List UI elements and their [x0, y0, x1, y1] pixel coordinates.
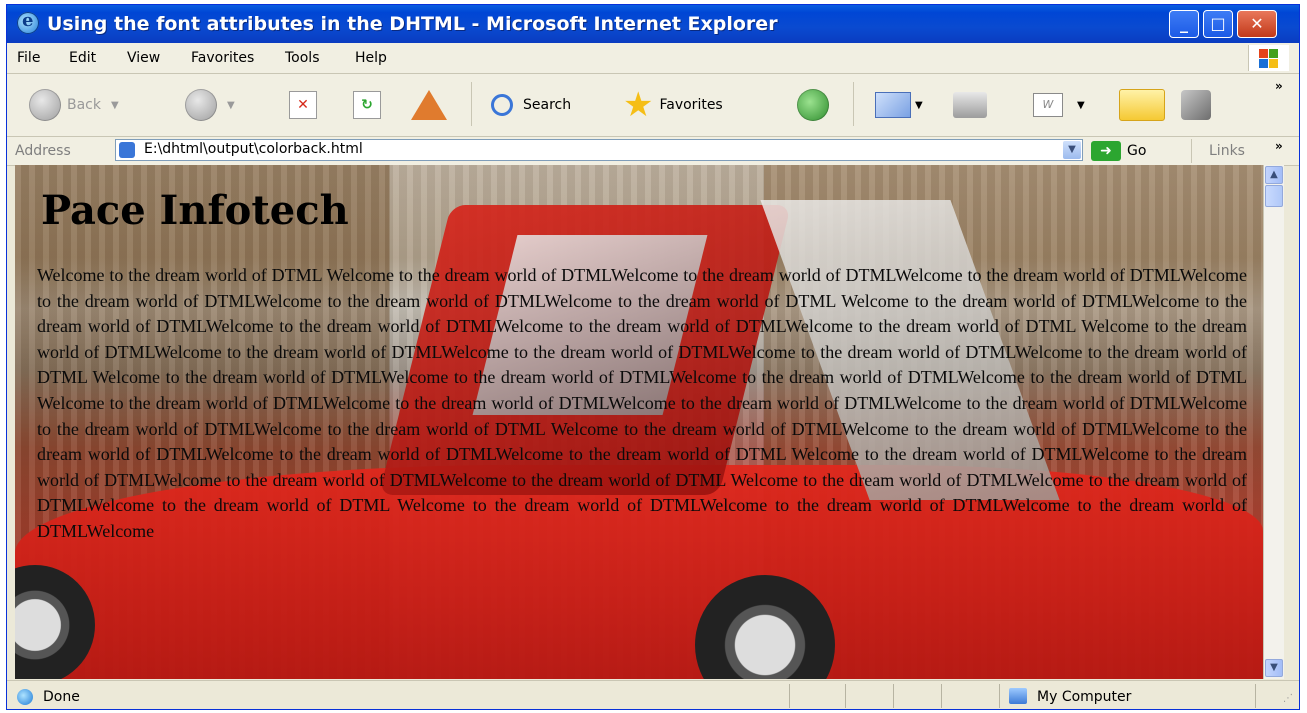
back-label: Back [67, 97, 101, 113]
address-url[interactable]: E:\dhtml\output\colorback.html [144, 141, 363, 157]
messenger-button[interactable] [1181, 85, 1211, 125]
mail-dropdown-icon[interactable]: ▼ [915, 100, 923, 111]
scroll-up-icon[interactable]: ▲ [1265, 166, 1283, 184]
menu-tools[interactable]: Tools [285, 50, 320, 66]
mail-icon [875, 92, 911, 118]
address-input[interactable]: E:\dhtml\output\colorback.html ▼ [115, 139, 1083, 161]
home-icon [411, 90, 447, 120]
go-label: Go [1127, 143, 1147, 159]
printer-icon [953, 92, 987, 118]
go-button[interactable]: ➜ Go [1091, 140, 1146, 162]
home-button[interactable] [411, 85, 447, 125]
favorites-label: Favorites [659, 97, 723, 113]
page-status-icon [17, 689, 33, 705]
title-bar[interactable]: Using the font attributes in the DHTML -… [7, 5, 1299, 43]
favorites-button[interactable]: ★ Favorites [623, 85, 723, 125]
stop-button[interactable]: ✕ [289, 85, 317, 125]
address-dropdown-icon[interactable]: ▼ [1063, 141, 1081, 159]
maximize-button[interactable]: □ [1203, 10, 1233, 38]
folder-icon [1119, 89, 1165, 121]
windows-logo-icon [1248, 45, 1289, 71]
scroll-down-icon[interactable]: ▼ [1265, 659, 1283, 677]
menu-file[interactable]: File [17, 50, 40, 66]
status-divider [789, 684, 790, 708]
page-heading: Pace Infotech [41, 187, 349, 234]
stop-icon: ✕ [289, 91, 317, 119]
search-icon [491, 94, 513, 116]
favorites-star-icon: ★ [623, 85, 654, 125]
page-icon [119, 142, 135, 158]
forward-arrow-icon [185, 89, 217, 121]
status-bar: Done My Computer ⋰ [7, 680, 1299, 709]
forward-dropdown-icon[interactable]: ▼ [227, 100, 235, 111]
refresh-icon: ↻ [353, 91, 381, 119]
edit-button[interactable]: W ▼ [1033, 85, 1085, 125]
links-overflow-icon[interactable]: » [1275, 139, 1283, 153]
toolbar-overflow-icon[interactable]: » [1275, 78, 1283, 94]
links-button[interactable]: Links [1209, 143, 1245, 159]
standard-toolbar: Back ▼ ▼ ✕ ↻ Search ★ Favorites ▼ W ▼ » [7, 74, 1299, 137]
search-label: Search [523, 97, 572, 113]
mail-button[interactable]: ▼ [875, 85, 923, 125]
print-button[interactable] [953, 85, 987, 125]
status-divider [941, 684, 942, 708]
status-divider [1255, 684, 1256, 708]
status-divider [999, 684, 1000, 708]
menu-edit[interactable]: Edit [69, 50, 96, 66]
history-button[interactable] [797, 85, 829, 125]
body-text: Welcome to the dream world of DTML Welco… [37, 265, 1247, 541]
edit-dropdown-icon[interactable]: ▼ [1077, 100, 1085, 111]
security-zone: My Computer [1037, 689, 1132, 705]
toolbar-separator [853, 82, 854, 126]
address-bar: Address E:\dhtml\output\colorback.html ▼… [7, 137, 1299, 166]
back-button[interactable]: Back ▼ [29, 85, 119, 125]
scroll-thumb[interactable] [1265, 185, 1283, 207]
internet-explorer-icon[interactable] [17, 10, 39, 34]
menu-view[interactable]: View [127, 50, 160, 66]
my-computer-icon [1009, 688, 1027, 704]
go-arrow-icon: ➜ [1091, 141, 1121, 161]
minimize-button[interactable]: _ [1169, 10, 1199, 38]
toolbar-separator [471, 82, 472, 126]
window-title: Using the font attributes in the DHTML -… [47, 13, 778, 35]
status-divider [893, 684, 894, 708]
history-icon [797, 89, 829, 121]
status-text: Done [43, 689, 80, 705]
vertical-scrollbar[interactable]: ▲ ▼ [1263, 165, 1284, 679]
messenger-icon [1181, 90, 1211, 120]
word-edit-icon: W [1033, 93, 1063, 117]
refresh-button[interactable]: ↻ [353, 85, 381, 125]
address-separator [1191, 139, 1192, 163]
menu-help[interactable]: Help [355, 50, 387, 66]
search-button[interactable]: Search [491, 85, 571, 125]
back-dropdown-icon[interactable]: ▼ [111, 100, 119, 111]
back-arrow-icon [29, 89, 61, 121]
close-button[interactable]: ✕ [1237, 10, 1277, 38]
resize-grip-icon[interactable]: ⋰ [1283, 693, 1293, 704]
address-label: Address [15, 143, 71, 159]
menu-bar: File Edit View Favorites Tools Help [7, 43, 1299, 74]
forward-button[interactable]: ▼ [185, 85, 235, 125]
browser-window: Using the font attributes in the DHTML -… [6, 4, 1300, 710]
page-content: Pace Infotech Welcome to the dream world… [15, 165, 1263, 679]
discuss-button[interactable] [1119, 85, 1165, 125]
status-divider [845, 684, 846, 708]
menu-favorites[interactable]: Favorites [191, 50, 254, 66]
